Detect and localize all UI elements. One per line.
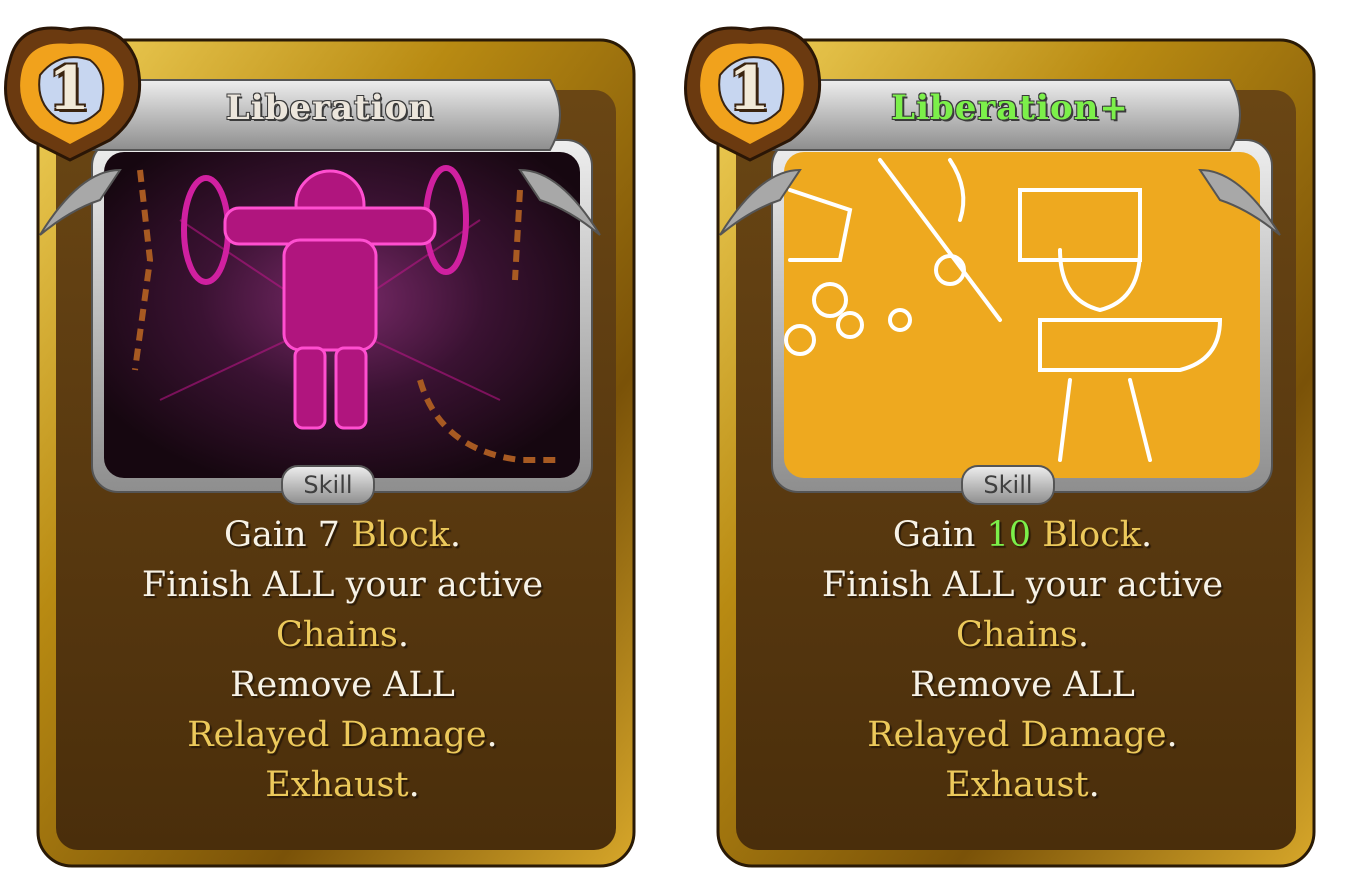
card-type-label: Skill — [983, 471, 1033, 499]
desc-line-6: Exhaust. — [265, 765, 420, 805]
desc-line-1: Gain 7 Block. — [223, 515, 462, 555]
desc-line-5: Relayed Damage. — [867, 715, 1178, 755]
card-liberation[interactable]: 1 Liberation Skill Gain 7 Block. Finish … — [0, 20, 640, 870]
card-description: Gain 7 Block. Finish ALL your active Cha… — [80, 510, 605, 810]
desc-line-3: Chains. — [275, 615, 410, 655]
card-title: Liberation+ — [891, 88, 1129, 128]
desc-line-1: Gain 10 Block. — [892, 515, 1153, 555]
desc-line-3: Chains. — [955, 615, 1090, 655]
orange-doodle-sketch-art — [784, 152, 1260, 478]
desc-line-4: Remove ALL — [230, 665, 455, 705]
desc-line-4: Remove ALL — [910, 665, 1135, 705]
card-title: Liberation — [225, 88, 435, 128]
desc-line-5: Relayed Damage. — [187, 715, 498, 755]
energy-cost: 1 — [728, 54, 770, 124]
card-liberation-upgraded[interactable]: 1 Liberation+ Skill Gain 10 Block. Finis… — [680, 20, 1320, 870]
card-description: Gain 10 Block. Finish ALL your active Ch… — [760, 510, 1285, 810]
card-type-label: Skill — [303, 471, 353, 499]
pink-chained-figure-art — [104, 152, 580, 478]
desc-line-2: Finish ALL your active — [141, 565, 544, 605]
energy-cost: 1 — [48, 54, 90, 124]
desc-line-2: Finish ALL your active — [821, 565, 1224, 605]
desc-line-6: Exhaust. — [945, 765, 1100, 805]
